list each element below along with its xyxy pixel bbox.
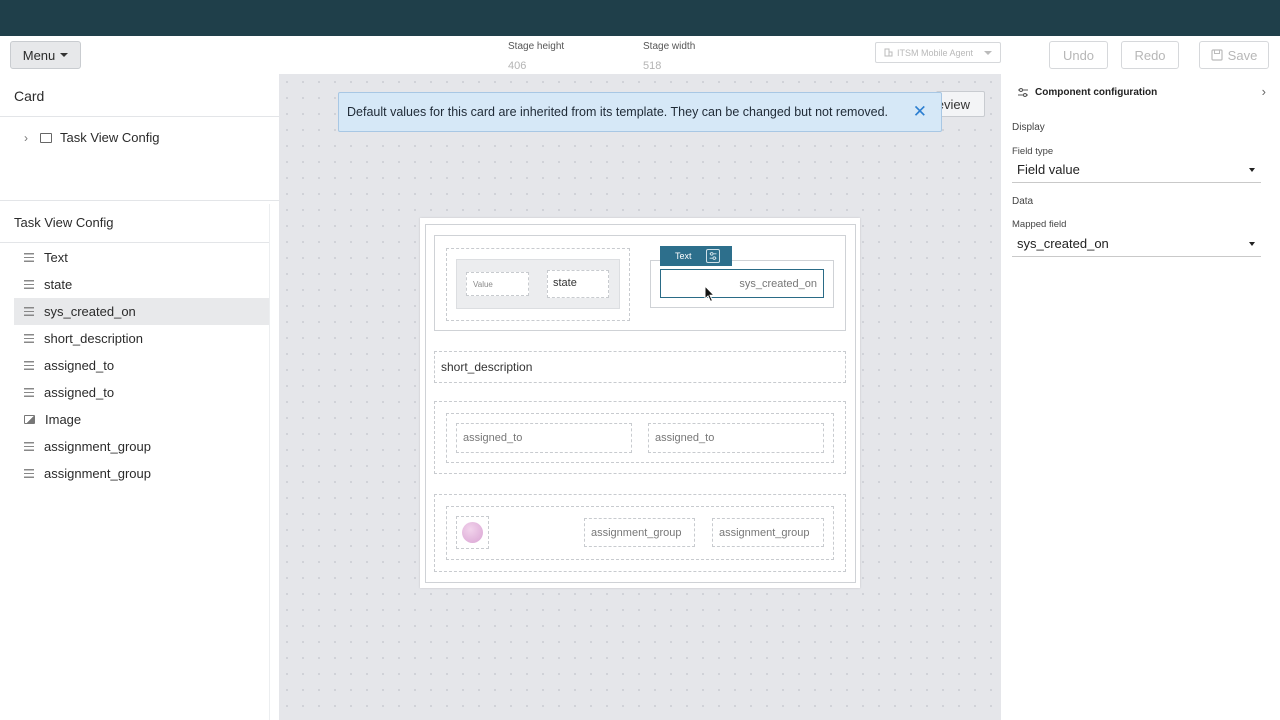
divider <box>0 200 279 201</box>
lines-icon <box>24 442 34 451</box>
list-item-image[interactable]: Image <box>14 406 269 433</box>
chevron-right-icon[interactable]: › <box>1262 84 1266 99</box>
caret-down-icon <box>60 53 69 57</box>
lines-icon <box>24 280 34 289</box>
save-button[interactable]: Save <box>1199 41 1269 69</box>
component-tag-label: Text <box>675 251 692 261</box>
sliders-icon <box>1018 88 1028 97</box>
lines-icon <box>24 469 34 478</box>
undo-label: Undo <box>1062 47 1095 63</box>
divider <box>0 116 279 117</box>
close-icon[interactable]: ✕ <box>913 103 927 121</box>
list-item-label: state <box>44 277 73 292</box>
list-item-label: assigned_to <box>44 358 115 373</box>
assigned-to-text: assigned_to <box>463 432 523 444</box>
caret-down-icon <box>984 51 992 55</box>
redo-label: Redo <box>1134 47 1166 63</box>
tree-item-task-view-config[interactable]: › Task View Config <box>24 130 159 145</box>
lines-icon <box>24 361 34 370</box>
stage-height-value[interactable]: 406 <box>508 60 526 72</box>
image-icon <box>24 415 35 424</box>
save-label: Save <box>1227 47 1258 63</box>
settings-icon[interactable] <box>706 249 720 263</box>
list-item-short-description[interactable]: short_description <box>14 325 269 352</box>
stage-height-label: Stage height <box>508 41 565 52</box>
toolbar: Menu Stage height 406 Stage width 518 IT… <box>0 36 1280 74</box>
state-field-text: state <box>553 277 577 289</box>
menu-button-label: Menu <box>22 47 56 63</box>
agent-select-value: ITSM Mobile Agent <box>897 47 974 58</box>
assigned-to-text: assigned_to <box>655 432 715 444</box>
list-item-label: Text <box>44 250 68 265</box>
mapped-field-select[interactable]: sys_created_on <box>1012 231 1261 257</box>
lines-icon <box>24 253 34 262</box>
agent-icon <box>884 48 893 57</box>
field-type-label: Field type <box>1012 146 1054 157</box>
section-title: Task View Config <box>14 215 114 230</box>
list-item-state[interactable]: state <box>14 271 269 298</box>
short-description-text: short_description <box>441 360 533 374</box>
list-item-label: short_description <box>44 331 143 346</box>
save-icon <box>1211 49 1223 61</box>
card-title: Card <box>14 88 45 104</box>
list-item-label: assignment_group <box>44 466 151 481</box>
list-item-assignment-group[interactable]: assignment_group <box>14 433 269 460</box>
list-item-label: assignment_group <box>44 439 151 454</box>
top-banner <box>0 0 1280 36</box>
assignment-group-text: assignment_group <box>591 527 682 539</box>
selected-field-sys-created-on[interactable]: sys_created_on <box>660 269 824 298</box>
caret-down-icon <box>1249 242 1255 246</box>
mapped-field-label: Mapped field <box>1012 219 1067 230</box>
banner-text: Default values for this card are inherit… <box>347 105 889 119</box>
left-panel: Card › Task View Config Task View Config… <box>0 74 279 720</box>
stage-width-label: Stage width <box>643 41 696 52</box>
divider <box>0 242 269 243</box>
field-type-value: Field value <box>1017 162 1080 177</box>
field-type-select[interactable]: Field value <box>1012 157 1261 183</box>
info-banner: Default values for this card are inherit… <box>338 92 942 132</box>
lines-icon <box>24 334 34 343</box>
preview-button[interactable]: eview <box>936 91 985 117</box>
component-tag: Text <box>660 246 732 266</box>
list-item-assigned-to[interactable]: assigned_to <box>14 379 269 406</box>
card-icon <box>40 132 52 143</box>
agent-select[interactable]: ITSM Mobile Agent <box>875 42 1001 63</box>
avatar-image <box>462 522 483 543</box>
lines-icon <box>24 388 34 397</box>
tree-item-label: Task View Config <box>60 130 160 145</box>
list-item-assigned-to[interactable]: assigned_to <box>14 352 269 379</box>
component-list: Text state sys_created_on short_descript… <box>14 244 269 487</box>
selected-field-text: sys_created_on <box>739 277 817 290</box>
panel-separator <box>269 204 270 720</box>
list-item-label: Image <box>45 412 82 427</box>
list-item-text[interactable]: Text <box>14 244 269 271</box>
assignment-group-text: assignment_group <box>719 527 810 539</box>
mouse-cursor-icon <box>704 285 716 303</box>
list-item-label: assigned_to <box>44 385 115 400</box>
display-section-label: Display <box>1012 122 1045 133</box>
chevron-right-icon: › <box>24 130 28 145</box>
data-section-label: Data <box>1012 196 1034 207</box>
list-item-sys-created-on[interactable]: sys_created_on <box>14 298 269 325</box>
stage-width-value[interactable]: 518 <box>643 60 661 72</box>
menu-button[interactable]: Menu <box>10 41 81 69</box>
mapped-field-value: sys_created_on <box>1017 236 1109 251</box>
caret-down-icon <box>1249 168 1255 172</box>
value-label: Value <box>473 280 493 289</box>
right-panel: Component configuration › Display Field … <box>1001 74 1280 720</box>
component-configuration-title: Component configuration <box>1035 87 1158 98</box>
component-configuration-header: Component configuration <box>1018 87 1157 98</box>
undo-button[interactable]: Undo <box>1049 41 1108 69</box>
list-item-assignment-group[interactable]: assignment_group <box>14 460 269 487</box>
list-item-label: sys_created_on <box>44 304 136 319</box>
redo-button[interactable]: Redo <box>1121 41 1179 69</box>
lines-icon <box>24 307 34 316</box>
